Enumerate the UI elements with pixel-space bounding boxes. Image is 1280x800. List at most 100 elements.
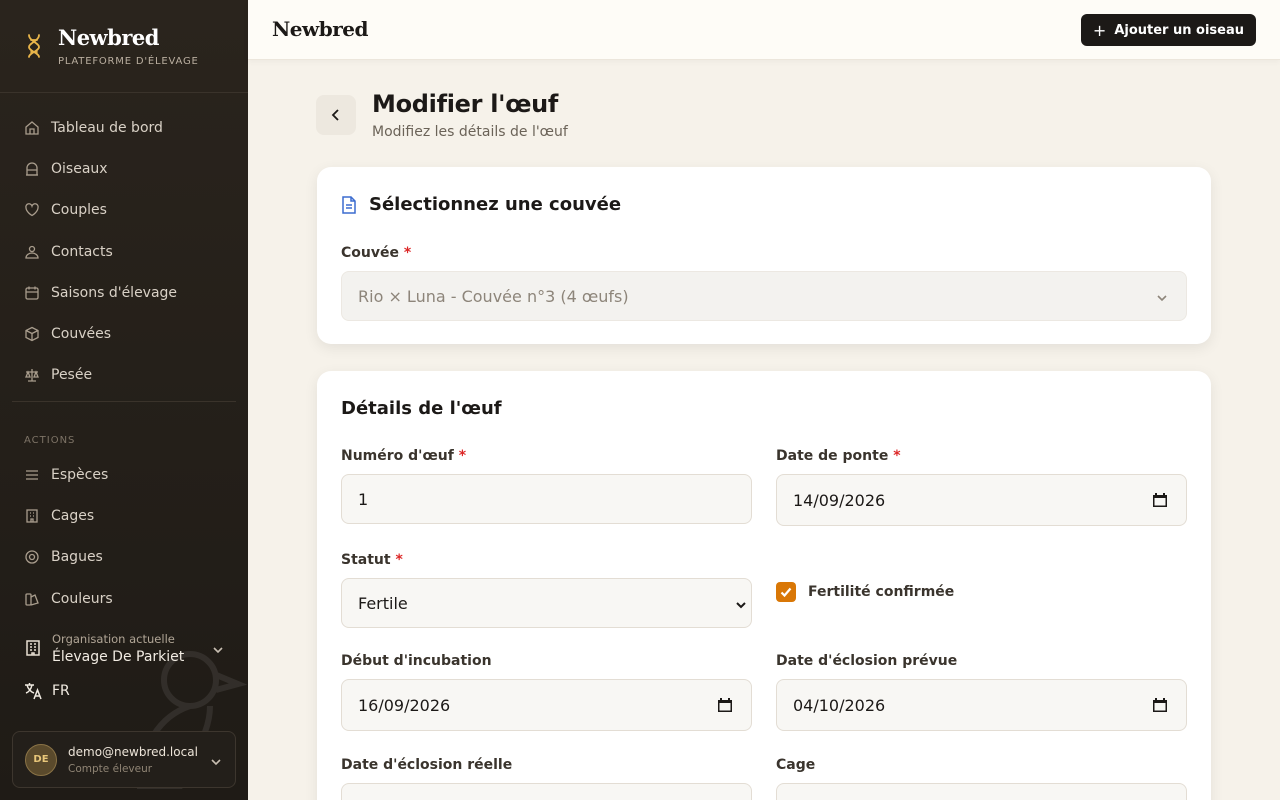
- sidebar-item-contacts[interactable]: Contacts: [0, 231, 248, 272]
- clutch-field-label-text: Couvée: [341, 245, 399, 261]
- organization-label: Organisation actuelle: [52, 631, 175, 646]
- egg-details-card: Détails de l'œuf Numéro d'œuf * 1 Date d…: [317, 371, 1211, 800]
- clutch-field-label: Couvée *: [341, 245, 411, 261]
- plus-icon: +: [1092, 20, 1107, 40]
- clutch-selection-card: Sélectionnez une couvée Couvée * Rio × L…: [317, 167, 1211, 344]
- language-code: FR: [52, 683, 70, 699]
- sidebar-item-label: Couvées: [51, 326, 112, 343]
- box-icon: [24, 326, 40, 342]
- organization-switcher[interactable]: Organisation actuelle Élevage De Parkiet: [0, 626, 248, 670]
- expected-hatch-value: 04/10/2026: [793, 695, 886, 715]
- egg-number-label: Numéro d'œuf *: [341, 448, 466, 464]
- required-mark: *: [395, 552, 403, 568]
- avatar: DE: [25, 743, 57, 776]
- brand-name: Newbred: [58, 25, 159, 50]
- user-menu[interactable]: DE demo@newbred.local Compte éleveur: [12, 731, 236, 788]
- add-bird-button-label: Ajouter un oiseau: [1114, 22, 1244, 38]
- calendar-picker-icon[interactable]: [1152, 492, 1168, 512]
- chevron-left-icon: [331, 109, 339, 121]
- language-switcher[interactable]: FR: [24, 682, 70, 700]
- user-email: demo@newbred.local: [68, 744, 198, 759]
- translate-icon: [25, 683, 42, 700]
- clutch-select-value: Rio × Luna - Couvée n°3 (4 œufs): [358, 286, 629, 306]
- sidebar-item-seasons[interactable]: Saisons d'élevage: [0, 272, 248, 313]
- cage-icon: [24, 161, 40, 177]
- lay-date-input[interactable]: 14/09/2026: [776, 474, 1187, 526]
- status-select[interactable]: Fertile: [341, 578, 752, 628]
- lay-date-label-text: Date de ponte: [776, 448, 889, 464]
- sidebar-item-label: Saisons d'élevage: [51, 284, 178, 301]
- user-role: Compte éleveur: [68, 762, 153, 775]
- sidebar-divider: [12, 401, 236, 403]
- sidebar-item-label: Oiseaux: [51, 160, 108, 177]
- clutch-select[interactable]: Rio × Luna - Couvée n°3 (4 œufs): [341, 271, 1187, 321]
- ring-icon: [24, 549, 40, 565]
- brand[interactable]: Newbred PLATEFORME D'ÉLEVAGE: [0, 0, 248, 93]
- status-select-value: Fertile: [358, 593, 408, 613]
- sidebar-item-birds[interactable]: Oiseaux: [0, 148, 248, 189]
- sidebar-item-label: Espèces: [51, 466, 109, 483]
- sidebar-item-label: Couleurs: [51, 590, 113, 607]
- back-button[interactable]: [316, 95, 356, 135]
- organization-building-icon: [24, 639, 42, 657]
- chevron-down-icon: [735, 596, 747, 615]
- sidebar-item-label: Tableau de bord: [51, 119, 163, 136]
- palette-icon: [24, 591, 40, 607]
- sidebar-item-species[interactable]: Espèces: [0, 454, 248, 495]
- status-label-text: Statut: [341, 552, 391, 568]
- heart-icon: [24, 202, 40, 218]
- expected-hatch-input[interactable]: 04/10/2026: [776, 679, 1187, 731]
- expected-hatch-label: Date d'éclosion prévue: [776, 653, 958, 669]
- document-icon: [341, 195, 357, 214]
- dna-logo-icon: [24, 33, 44, 59]
- incubation-start-label: Début d'incubation: [341, 653, 492, 669]
- calendar-icon: [24, 285, 40, 301]
- sidebar-item-dashboard[interactable]: Tableau de bord: [0, 107, 248, 148]
- fertility-checkbox[interactable]: [776, 582, 796, 602]
- status-label: Statut *: [341, 552, 403, 568]
- actions-section-label: ACTIONS: [24, 435, 76, 447]
- sidebar-item-label: Pesée: [51, 367, 93, 384]
- fertility-checkbox-label[interactable]: Fertilité confirmée: [808, 584, 954, 600]
- calendar-picker-icon[interactable]: [717, 697, 733, 717]
- sidebar-item-label: Contacts: [51, 243, 113, 260]
- actual-hatch-label: Date d'éclosion réelle: [341, 757, 513, 773]
- sidebar-item-couples[interactable]: Couples: [0, 190, 248, 231]
- cage-label: Cage: [776, 757, 816, 773]
- required-mark: *: [403, 245, 412, 261]
- sidebar-item-weighing[interactable]: Pesée: [0, 355, 248, 396]
- sidebar-item-colors[interactable]: Couleurs: [0, 578, 248, 619]
- cage-select[interactable]: [776, 783, 1187, 800]
- chevron-down-icon: [212, 641, 224, 660]
- building-icon: [24, 508, 40, 524]
- incubation-start-input[interactable]: 16/09/2026: [341, 679, 752, 731]
- egg-details-title: Détails de l'œuf: [341, 398, 502, 419]
- checkmark-icon: [780, 587, 792, 598]
- sidebar-item-rings[interactable]: Bagues: [0, 537, 248, 578]
- sidebar: Newbred PLATEFORME D'ÉLEVAGE Tableau de …: [0, 0, 248, 800]
- egg-number-label-text: Numéro d'œuf: [341, 448, 454, 464]
- lay-date-value: 14/09/2026: [793, 490, 886, 510]
- contact-icon: [24, 244, 40, 260]
- sidebar-item-label: Bagues: [51, 549, 103, 566]
- sidebar-item-cages[interactable]: Cages: [0, 495, 248, 536]
- topbar: Newbred + Ajouter un oiseau: [248, 0, 1280, 60]
- calendar-picker-icon[interactable]: [1152, 697, 1168, 717]
- chevron-down-icon: [210, 753, 222, 772]
- actual-hatch-input[interactable]: [341, 783, 752, 800]
- egg-number-input[interactable]: 1: [341, 474, 752, 524]
- home-icon: [24, 120, 40, 136]
- sidebar-item-clutches[interactable]: Couvées: [0, 313, 248, 354]
- add-bird-button[interactable]: + Ajouter un oiseau: [1080, 14, 1256, 46]
- clutch-card-title-text: Sélectionnez une couvée: [369, 194, 622, 215]
- lay-date-label: Date de ponte *: [776, 448, 901, 464]
- list-icon: [24, 467, 40, 483]
- incubation-start-value: 16/09/2026: [358, 695, 451, 715]
- chevron-down-icon: [1156, 289, 1168, 308]
- clutch-card-title: Sélectionnez une couvée: [341, 194, 621, 215]
- page-title: Modifier l'œuf: [372, 90, 559, 118]
- topbar-title: Newbred: [272, 17, 368, 41]
- sidebar-item-label: Couples: [51, 202, 107, 219]
- organization-name: Élevage De Parkiet: [52, 648, 185, 665]
- brand-tagline: PLATEFORME D'ÉLEVAGE: [58, 56, 199, 67]
